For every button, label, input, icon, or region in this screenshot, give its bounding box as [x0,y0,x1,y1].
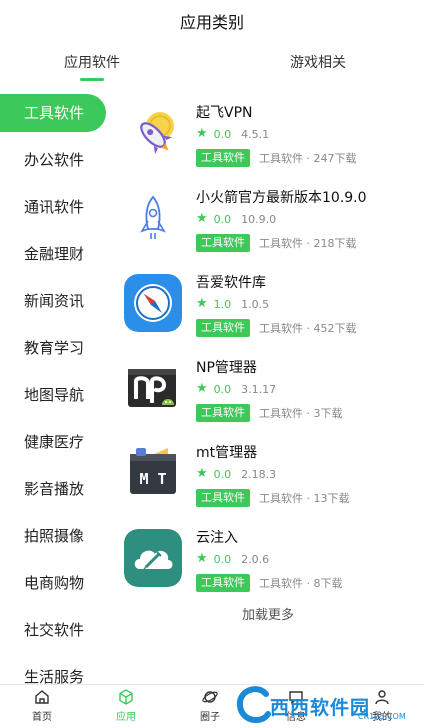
tab-games-label: 游戏相关 [290,55,346,71]
sidebar-item-office[interactable]: 办公软件 [0,141,108,179]
app-downloads: 工具软件 · 218下载 [259,237,357,250]
app-rating: ★ 1.0 1.0.5 [196,296,269,312]
app-meta: 工具软件 工具软件 · 218下载 [196,234,357,252]
app-meta: 工具软件 工具软件 · 13下载 [196,489,350,507]
app-name: 起飞VPN [196,105,253,121]
tab-apps[interactable]: 应用软件 [40,52,144,84]
list-item[interactable]: 小火箭官方最新版本10.9.0 ★ 0.0 10.9.0 工具软件 工具软件 ·… [112,181,424,266]
category-badge: 工具软件 [196,319,250,337]
sidebar-item-social[interactable]: 社交软件 [0,611,108,649]
planet-icon [180,689,240,705]
star-icon: ★ [196,466,208,481]
app-version: 4.5.1 [241,127,270,141]
app-version: 2.0.6 [241,552,270,566]
sidebar-item-communication[interactable]: 通讯软件 [0,188,108,226]
category-tabs: 应用软件 游戏相关 [0,52,424,84]
app-score: 0.0 [213,212,232,226]
star-icon: ★ [196,296,208,311]
svg-text:M T: M T [139,470,166,488]
category-badge: 工具软件 [196,234,250,252]
list-item[interactable]: M T mt管理器 ★ 0.0 2.18.3 工具软件 工具软件 · 13下载 [112,436,424,521]
app-downloads: 工具软件 · 13下载 [259,492,350,505]
app-downloads: 工具软件 · 3下载 [259,407,343,420]
app-rating: ★ 0.0 4.5.1 [196,126,269,142]
load-more-button[interactable]: 加载更多 [112,604,424,623]
app-name: 云注入 [196,530,238,546]
star-icon: ★ [196,381,208,396]
app-rating: ★ 0.0 2.18.3 [196,466,276,482]
sidebar-item-finance[interactable]: 金融理财 [0,235,108,273]
np-manager-icon [124,359,182,417]
rocket-coin-icon [124,104,182,162]
app-version: 3.1.17 [241,382,277,396]
category-badge: 工具软件 [196,404,250,422]
list-item[interactable]: NP管理器 ★ 0.0 3.1.17 工具软件 工具软件 · 3下载 [112,351,424,436]
watermark-text: 西西软件园 [270,696,371,719]
app-meta: 工具软件 工具软件 · 247下载 [196,149,357,167]
app-rating: ★ 0.0 10.9.0 [196,211,276,227]
app-meta: 工具软件 工具软件 · 3下载 [196,404,343,422]
tab-games[interactable]: 游戏相关 [266,52,370,84]
watermark-logo: 西西软件园 CR173.COM [236,684,424,728]
app-downloads: 工具软件 · 452下载 [259,322,357,335]
category-sidebar: 工具软件 办公软件 通讯软件 金融理财 新闻资讯 教育学习 地图导航 健康医疗 … [0,94,108,684]
sidebar-item-camera[interactable]: 拍照摄像 [0,517,108,555]
app-name: 小火箭官方最新版本10.9.0 [196,190,367,206]
list-item[interactable]: 云注入 ★ 0.0 2.0.6 工具软件 工具软件 · 8下载 [112,521,424,606]
page-title: 应用类别 [179,13,244,32]
category-badge: 工具软件 [196,149,250,167]
app-rating: ★ 0.0 3.1.17 [196,381,276,397]
category-badge: 工具软件 [196,574,250,592]
page-header: 应用类别 [0,0,424,42]
sidebar-item-shopping[interactable]: 电商购物 [0,564,108,602]
app-name: 吾爱软件库 [196,275,266,291]
app-rating: ★ 0.0 2.0.6 [196,551,269,567]
compass-icon [124,274,182,332]
nav-apps-label: 应用 [116,712,136,723]
app-version: 2.18.3 [241,467,277,481]
app-list: 起飞VPN ★ 0.0 4.5.1 工具软件 工具软件 · 247下载 小火箭官… [112,90,424,684]
cloud-syringe-icon [124,529,182,587]
sidebar-item-life[interactable]: 生活服务 [0,658,108,684]
watermark-subtext: CR173.COM [358,712,406,721]
category-badge: 工具软件 [196,489,250,507]
nav-circle[interactable]: 圈子 [180,689,240,727]
star-icon: ★ [196,126,208,141]
nav-apps[interactable]: 应用 [96,689,156,727]
sidebar-item-education[interactable]: 教育学习 [0,329,108,367]
nav-circle-label: 圈子 [200,712,220,723]
sidebar-item-maps[interactable]: 地图导航 [0,376,108,414]
list-item[interactable]: 起飞VPN ★ 0.0 4.5.1 工具软件 工具软件 · 247下载 [112,96,424,181]
app-meta: 工具软件 工具软件 · 452下载 [196,319,357,337]
nav-home-label: 首页 [32,712,52,723]
app-name: mt管理器 [196,445,258,461]
sidebar-item-media[interactable]: 影音播放 [0,470,108,508]
active-tab-indicator [80,78,104,81]
watermark-c-icon [236,686,272,728]
sidebar-item-health[interactable]: 健康医疗 [0,423,108,461]
nav-home[interactable]: 首页 [12,689,72,727]
list-item[interactable]: 吾爱软件库 ★ 1.0 1.0.5 工具软件 工具软件 · 452下载 [112,266,424,351]
tab-apps-label: 应用软件 [64,55,120,71]
app-name: NP管理器 [196,360,257,376]
app-score: 1.0 [213,297,232,311]
app-score: 0.0 [213,467,232,481]
app-version: 10.9.0 [241,212,277,226]
app-downloads: 工具软件 · 8下载 [259,577,343,590]
sidebar-item-news[interactable]: 新闻资讯 [0,282,108,320]
star-icon: ★ [196,211,208,226]
app-score: 0.0 [213,552,232,566]
app-score: 0.0 [213,127,232,141]
home-icon [12,689,72,705]
sidebar-item-tools[interactable]: 工具软件 [0,94,106,132]
app-meta: 工具软件 工具软件 · 8下载 [196,574,343,592]
app-score: 0.0 [213,382,232,396]
star-icon: ★ [196,551,208,566]
app-version: 1.0.5 [241,297,270,311]
rocket-outline-icon [124,189,182,247]
cube-icon [96,689,156,705]
mt-manager-icon: M T [124,444,182,502]
app-downloads: 工具软件 · 247下载 [259,152,357,165]
